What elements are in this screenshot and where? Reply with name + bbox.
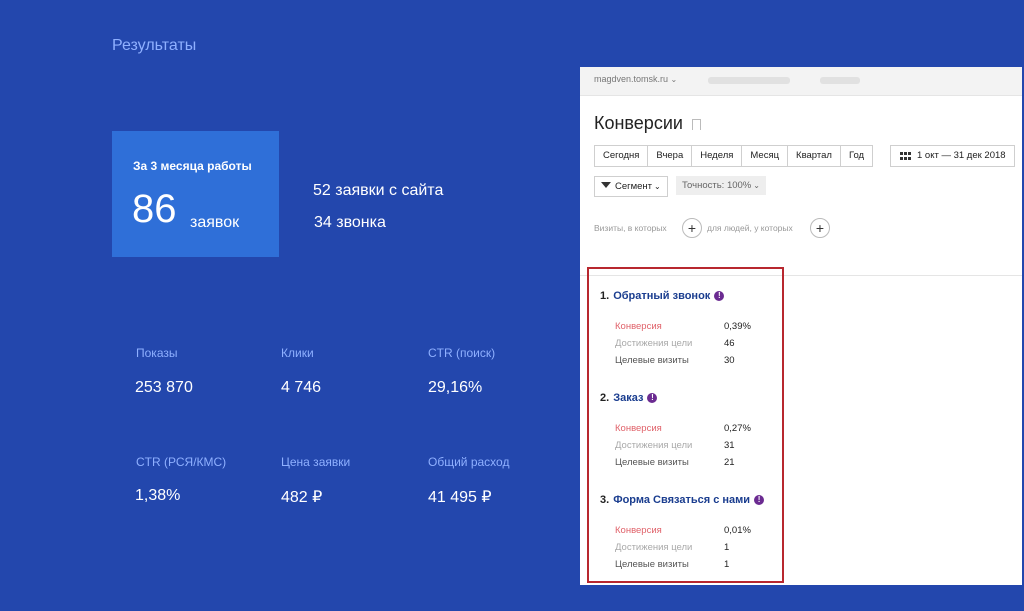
target-visits-label: Целевые визиты: [615, 457, 689, 468]
hero-number: 86: [132, 187, 177, 231]
metric-ctr-search-value: 29,16%: [428, 379, 483, 396]
results-title: Результаты: [112, 37, 197, 54]
goal-number: 3.: [600, 494, 610, 506]
period-year-button[interactable]: Год: [839, 145, 874, 167]
achievements-label: Достижения цели: [615, 542, 693, 553]
conversion-value: 0,27%: [724, 423, 751, 434]
metric-lead-price-label: Цена заявки: [281, 455, 351, 469]
accuracy-label: Точность: 100%: [682, 180, 752, 191]
target-visits-value: 30: [724, 355, 735, 366]
chevron-down-icon: ⌄: [670, 75, 678, 84]
add-visit-condition-button[interactable]: +: [682, 218, 702, 238]
blurred-topbar-item: [820, 77, 860, 84]
metric-ctr-network-value: 1,38%: [135, 487, 181, 504]
goal-title[interactable]: 1. Обратный звонок!: [600, 290, 725, 302]
target-visits-value: 1: [724, 559, 730, 570]
page-title: Конверсии: [594, 113, 683, 133]
conversion-value: 0,01%: [724, 525, 751, 536]
metric-impressions-value: 253 870: [135, 379, 193, 396]
achievements-label: Достижения цели: [615, 440, 693, 451]
goal-name-link[interactable]: Заказ: [613, 392, 643, 404]
metric-impressions-label: Показы: [136, 346, 178, 360]
metric-clicks-label: Клики: [281, 346, 314, 360]
period-today-button[interactable]: Сегодня: [594, 145, 649, 167]
goal-title[interactable]: 3. Форма Связаться с нами!: [600, 494, 765, 506]
conversion-label: Конверсия: [615, 525, 662, 536]
period-month-button[interactable]: Месяц: [741, 145, 789, 167]
achievements-value: 31: [724, 440, 735, 451]
panel-topbar: magdven.tomsk.ru ⌄: [580, 67, 1022, 96]
bookmark-icon[interactable]: [692, 119, 701, 130]
visits-condition-label: Визиты, в которых: [594, 223, 667, 233]
target-visits-label: Целевые визиты: [615, 559, 689, 570]
conversion-label: Конверсия: [615, 321, 662, 332]
segment-button[interactable]: Сегмент ⌄: [594, 176, 668, 197]
metric-lead-price-value: 482 ₽: [281, 489, 323, 506]
filter-icon: [601, 182, 611, 188]
goal-name-link[interactable]: Обратный звонок: [613, 290, 710, 302]
goal-name-link[interactable]: Форма Связаться с нами: [613, 494, 750, 506]
site-selector[interactable]: magdven.tomsk.ru ⌄: [594, 74, 677, 84]
chevron-down-icon: ⌄: [654, 182, 661, 191]
metric-clicks-value: 4 746: [281, 379, 322, 396]
date-range-button[interactable]: 1 окт — 31 дек 2018: [890, 145, 1015, 167]
site-name: magdven.tomsk.ru: [594, 74, 669, 84]
calendar-icon: [900, 152, 911, 160]
info-icon[interactable]: !: [754, 495, 765, 505]
site-requests-text: 52 заявки с сайта: [313, 182, 444, 199]
conversion-label: Конверсия: [615, 423, 662, 434]
period-week-button[interactable]: Неделя: [691, 145, 743, 167]
metric-ctr-search-label: CTR (поиск): [428, 346, 496, 360]
goal-number: 1.: [600, 290, 610, 302]
hero-caption: За 3 месяца работы: [133, 159, 252, 173]
conversion-value: 0,39%: [724, 321, 751, 332]
info-icon[interactable]: !: [647, 393, 658, 403]
achievements-value: 46: [724, 338, 735, 349]
goal-title[interactable]: 2. Заказ!: [600, 392, 658, 404]
goal-number: 2.: [600, 392, 610, 404]
period-yesterday-button[interactable]: Вчера: [647, 145, 693, 167]
metric-total-spend-value: 41 495 ₽: [428, 489, 492, 506]
period-quarter-button[interactable]: Квартал: [787, 145, 841, 167]
metric-total-spend-label: Общий расход: [428, 455, 510, 469]
chevron-down-icon: ⌄: [753, 181, 760, 190]
achievements-value: 1: [724, 542, 730, 553]
segment-label: Сегмент: [615, 181, 653, 192]
hero-unit: заявок: [190, 214, 240, 231]
info-icon[interactable]: !: [714, 291, 725, 301]
metric-ctr-network-label: CTR (РСЯ/КМС): [136, 455, 227, 469]
calls-text: 34 звонка: [314, 214, 386, 231]
people-condition-label: для людей, у которых: [707, 223, 793, 233]
achievements-label: Достижения цели: [615, 338, 693, 349]
target-visits-label: Целевые визиты: [615, 355, 689, 366]
target-visits-value: 21: [724, 457, 735, 468]
blurred-topbar-item: [708, 77, 790, 84]
hero-card: За 3 месяца работы 86 заявок: [112, 131, 279, 257]
add-people-condition-button[interactable]: +: [810, 218, 830, 238]
period-selector: Сегодня Вчера Неделя Месяц Квартал Год: [594, 145, 874, 167]
date-range-text: 1 окт — 31 дек 2018: [917, 150, 1006, 161]
accuracy-dropdown[interactable]: Точность: 100% ⌄: [676, 176, 766, 195]
